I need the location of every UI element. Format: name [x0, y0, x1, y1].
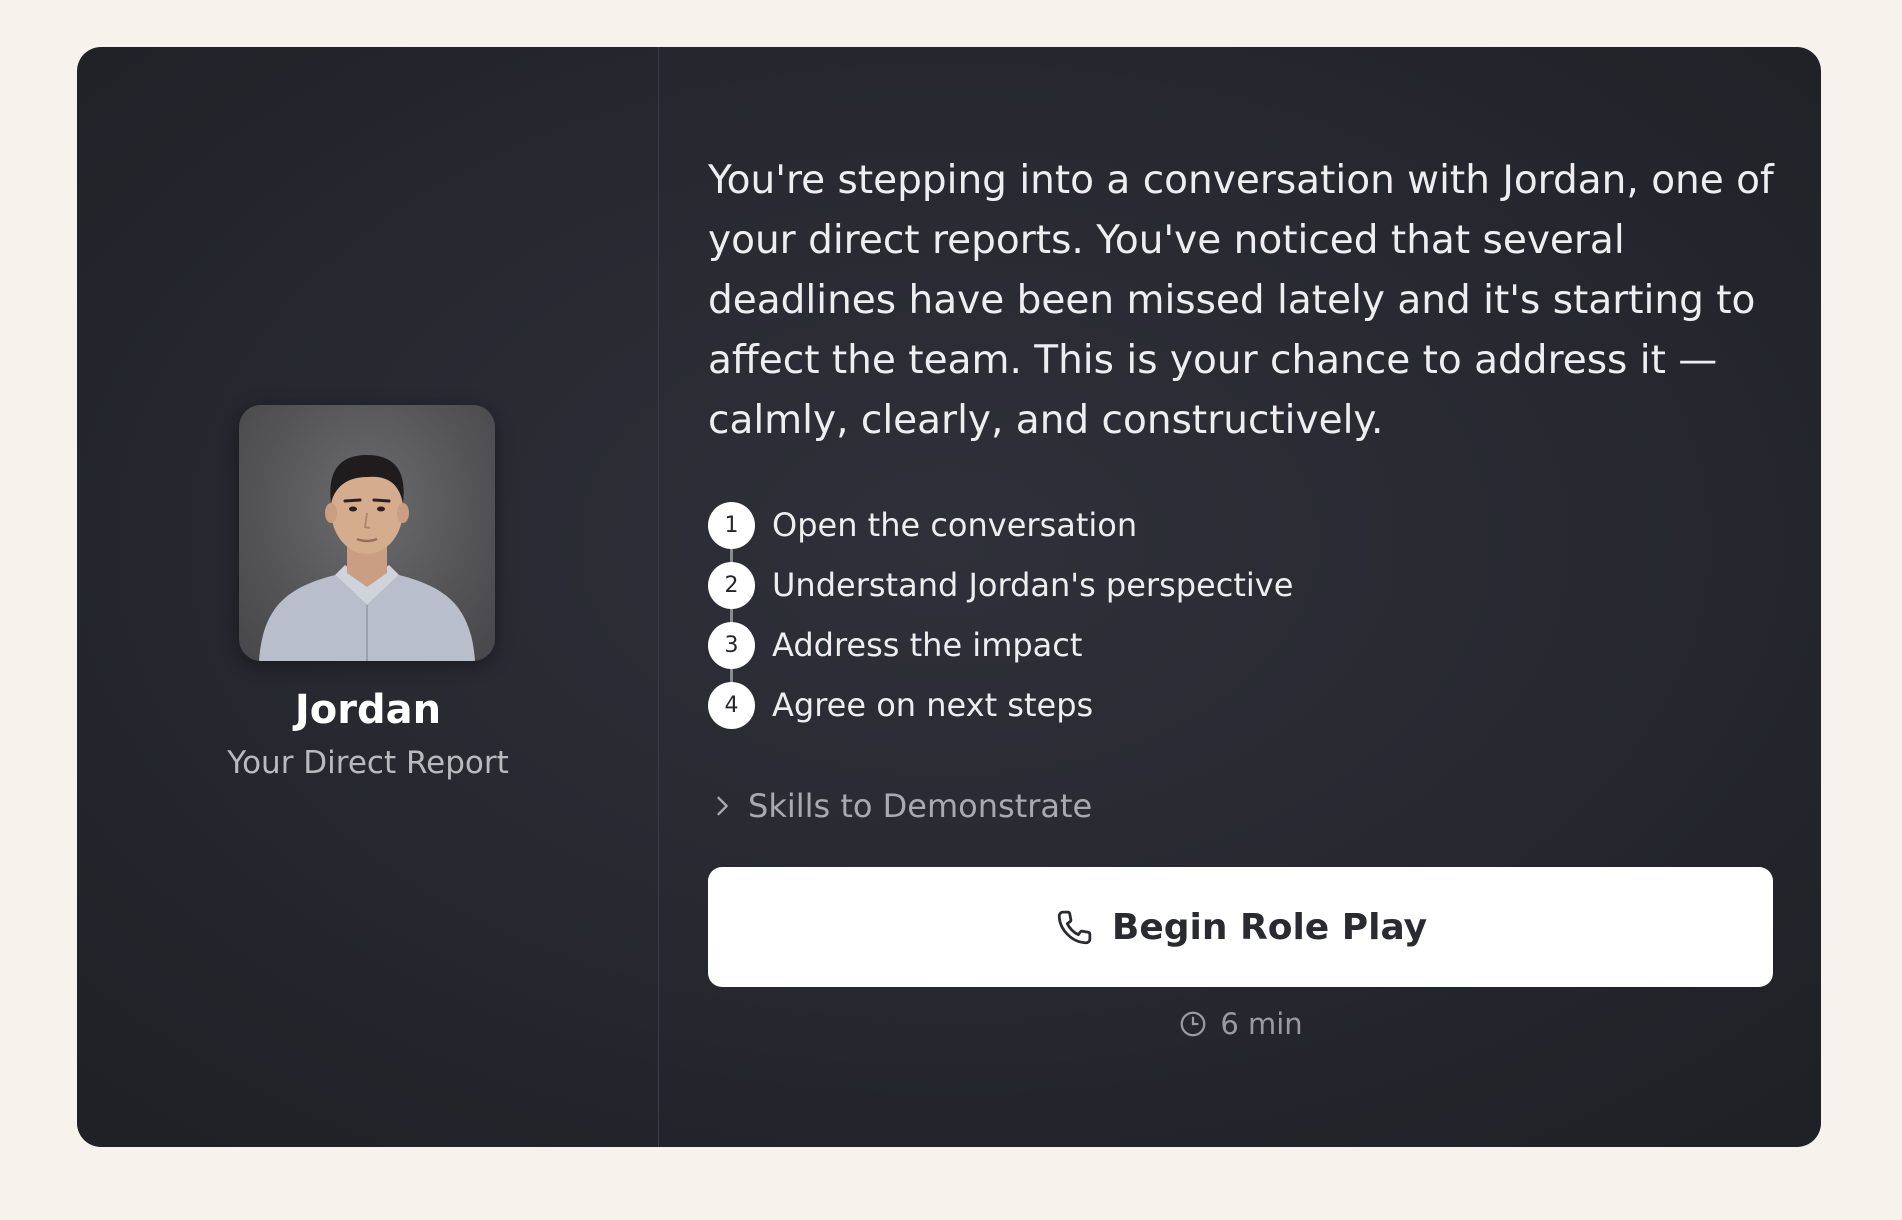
- phone-icon: [1057, 910, 1092, 945]
- scenario-panel: You're stepping into a conversation with…: [659, 47, 1821, 1147]
- skills-toggle-label: Skills to Demonstrate: [748, 787, 1093, 825]
- chevron-right-icon: [717, 796, 728, 816]
- step-label: Address the impact: [772, 626, 1083, 664]
- step-number: 3: [708, 621, 755, 669]
- step-number: 4: [708, 681, 755, 729]
- step-label: Understand Jordan's perspective: [772, 566, 1294, 604]
- clock-icon: [1180, 1011, 1206, 1037]
- persona-role: Your Direct Report: [227, 745, 509, 781]
- conversation-steps: 1 Open the conversation 2 Understand Jor…: [708, 495, 1293, 735]
- step-number: 2: [708, 561, 755, 609]
- duration-indicator: 6 min: [708, 1007, 1773, 1041]
- persona-panel: Jordan Your Direct Report: [77, 47, 659, 1147]
- step-item: 4 Agree on next steps: [708, 675, 1293, 735]
- skills-toggle[interactable]: Skills to Demonstrate: [708, 787, 1092, 825]
- step-item: 3 Address the impact: [708, 615, 1293, 675]
- step-label: Agree on next steps: [772, 686, 1094, 724]
- duration-label: 6 min: [1220, 1007, 1303, 1041]
- role-play-card: Jordan Your Direct Report You're steppin…: [77, 47, 1821, 1147]
- step-label: Open the conversation: [772, 506, 1138, 544]
- step-number: 1: [708, 501, 755, 549]
- step-item: 1 Open the conversation: [708, 495, 1293, 555]
- begin-role-play-button[interactable]: Begin Role Play: [708, 867, 1773, 987]
- scenario-description: You're stepping into a conversation with…: [708, 158, 1774, 443]
- avatar: [239, 405, 495, 661]
- begin-role-play-label: Begin Role Play: [1111, 906, 1428, 948]
- step-item: 2 Understand Jordan's perspective: [708, 555, 1293, 615]
- persona-name: Jordan: [294, 687, 442, 733]
